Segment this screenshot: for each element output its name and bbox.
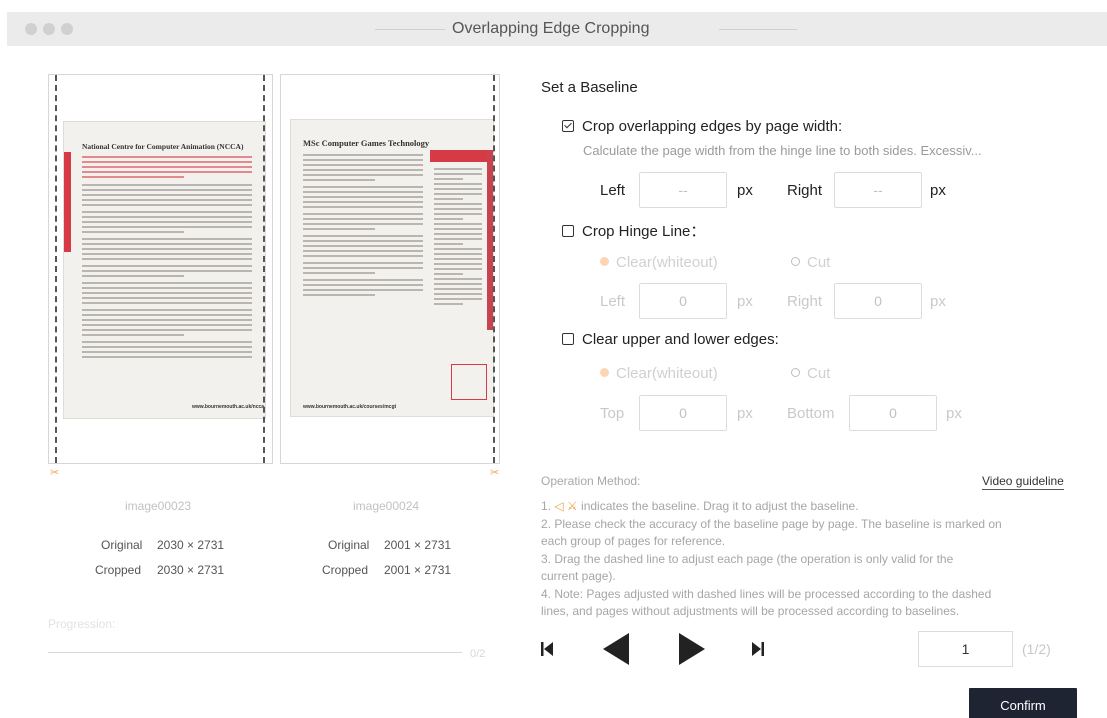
progress-bar xyxy=(48,652,462,653)
baseline-marker-icon: ◁ ⚔ xyxy=(554,499,578,513)
last-page-icon[interactable] xyxy=(752,642,764,656)
page-total: (1/2) xyxy=(1022,641,1051,657)
crop-hinge-line-checkbox[interactable]: Crop Hinge Line： xyxy=(562,220,705,241)
unit-label: px xyxy=(930,182,946,199)
right-label: Right xyxy=(787,293,823,310)
minimize-window-icon[interactable] xyxy=(43,23,55,35)
left-label: Left xyxy=(600,293,626,310)
crop-page-width-label: Crop overlapping edges by page width: xyxy=(582,118,843,135)
instruction-text: 4. Note: Pages adjusted with dashed line… xyxy=(541,586,992,601)
unit-label: px xyxy=(737,182,753,199)
section-title: Set a Baseline xyxy=(541,79,638,96)
title-divider xyxy=(719,29,797,30)
top-label: Top xyxy=(600,405,625,422)
radio-selected-icon xyxy=(600,257,609,266)
maximize-window-icon[interactable] xyxy=(61,23,73,35)
cropped-size-value: 2001 × 2731 xyxy=(384,563,452,577)
cropped-size-label: Cropped xyxy=(322,563,369,577)
page-graphic xyxy=(451,364,487,400)
progress-count: 0/2 xyxy=(470,648,486,660)
crop-page-width-description: Calculate the page width from the hinge … xyxy=(583,143,982,158)
operation-method-title: Operation Method: xyxy=(541,474,641,488)
clear-edges-checkbox[interactable]: Clear upper and lower edges: xyxy=(562,331,779,348)
original-size-value: 2001 × 2731 xyxy=(384,538,452,552)
bottom-label: Bottom xyxy=(787,405,835,422)
right-label: Right xyxy=(787,182,823,199)
hinge-cut-radio[interactable]: Cut xyxy=(791,254,830,271)
instruction-text: 3. Drag the dashed line to adjust each p… xyxy=(541,551,954,566)
instruction-text: lines, and pages without adjustments wil… xyxy=(541,604,960,618)
checkbox-checked-icon[interactable] xyxy=(562,120,574,132)
step-number: 1. xyxy=(541,499,552,513)
original-size-value: 2030 × 2731 xyxy=(157,538,225,552)
scissors-icon[interactable]: ✂ xyxy=(490,466,499,479)
unit-label: px xyxy=(946,405,962,422)
original-size-label: Original xyxy=(101,538,143,552)
cropped-size-value: 2030 × 2731 xyxy=(157,563,225,577)
edges-cut-radio[interactable]: Cut xyxy=(791,365,830,382)
next-icon[interactable] xyxy=(679,633,705,665)
image-name: image00023 xyxy=(125,499,192,513)
radio-icon xyxy=(791,257,800,266)
clear-edges-label: Clear upper and lower edges: xyxy=(582,331,779,348)
hinge-right-input[interactable] xyxy=(834,283,922,319)
baseline-dashed-line-right[interactable] xyxy=(263,75,265,463)
instruction-text: current page). xyxy=(541,569,616,583)
crop-hinge-line-label: Crop Hinge Line： xyxy=(582,223,706,240)
close-window-icon[interactable] xyxy=(25,23,37,35)
edges-bottom-input[interactable] xyxy=(849,395,937,431)
page-text-block xyxy=(303,154,423,299)
scanned-page-image: National Centre for Computer Animation (… xyxy=(63,121,266,419)
hinge-clear-label: Clear(whiteout) xyxy=(616,254,718,271)
instruction-text: indicates the baseline. Drag it to adjus… xyxy=(581,499,859,513)
previous-icon[interactable] xyxy=(603,633,629,665)
page-footer-url: www.bournemouth.ac.uk/ncca xyxy=(192,404,265,410)
unit-label: px xyxy=(930,293,946,310)
operation-instructions: 1. ◁ ⚔ indicates the baseline. Drag it t… xyxy=(541,498,1086,621)
page-heading: MSc Computer Games Technology xyxy=(303,138,430,148)
crop-page-width-checkbox[interactable]: Crop overlapping edges by page width: xyxy=(562,118,842,135)
left-label: Left xyxy=(600,182,626,199)
confirm-button[interactable]: Confirm xyxy=(969,688,1077,718)
cropped-size-label: Cropped xyxy=(95,563,142,577)
radio-selected-icon xyxy=(600,368,609,377)
page-sidebar-text xyxy=(434,168,482,308)
unit-label: px xyxy=(737,405,753,422)
page-text-block xyxy=(82,156,252,361)
radio-icon xyxy=(791,368,800,377)
progress-label: Progression: xyxy=(48,617,116,631)
page-preview-2: MSc Computer Games Technology www.bourne… xyxy=(280,74,500,464)
page-heading: National Centre for Computer Animation (… xyxy=(82,142,244,151)
original-size-label: Original xyxy=(328,538,370,552)
instruction-text: 2. Please check the accuracy of the base… xyxy=(541,516,1002,531)
scanned-page-image: MSc Computer Games Technology www.bourne… xyxy=(290,119,494,417)
page-preview-1: National Centre for Computer Animation (… xyxy=(48,74,273,464)
edges-clear-radio[interactable]: Clear(whiteout) xyxy=(600,365,718,382)
edges-clear-label: Clear(whiteout) xyxy=(616,365,718,382)
page-footer-url: www.bournemouth.ac.uk/courses/mcgt xyxy=(303,404,397,410)
hinge-left-input[interactable] xyxy=(639,283,727,319)
checkbox-icon[interactable] xyxy=(562,225,574,237)
video-guideline-link[interactable]: Video guideline xyxy=(982,474,1064,490)
title-bar: Overlapping Edge Cropping xyxy=(7,12,1107,46)
edges-top-input[interactable] xyxy=(639,395,727,431)
checkbox-icon[interactable] xyxy=(562,333,574,345)
edges-cut-label: Cut xyxy=(807,365,831,382)
hinge-cut-label: Cut xyxy=(807,254,831,271)
title-divider xyxy=(375,29,445,30)
crop-width-right-input[interactable] xyxy=(834,172,922,208)
baseline-dashed-line-right[interactable] xyxy=(493,75,495,463)
scissors-icon[interactable]: ✂ xyxy=(50,466,59,479)
unit-label: px xyxy=(737,293,753,310)
crop-width-left-input[interactable] xyxy=(639,172,727,208)
instruction-text: each group of pages for reference. xyxy=(541,534,726,548)
page-number-input[interactable] xyxy=(918,631,1013,667)
first-page-icon[interactable] xyxy=(541,642,553,656)
page-decoration xyxy=(430,150,487,162)
image-name: image00024 xyxy=(353,499,420,513)
baseline-dashed-line-left[interactable] xyxy=(55,75,57,463)
window-title: Overlapping Edge Cropping xyxy=(452,20,650,37)
page-decoration xyxy=(64,152,71,252)
hinge-clear-radio[interactable]: Clear(whiteout) xyxy=(600,254,718,271)
